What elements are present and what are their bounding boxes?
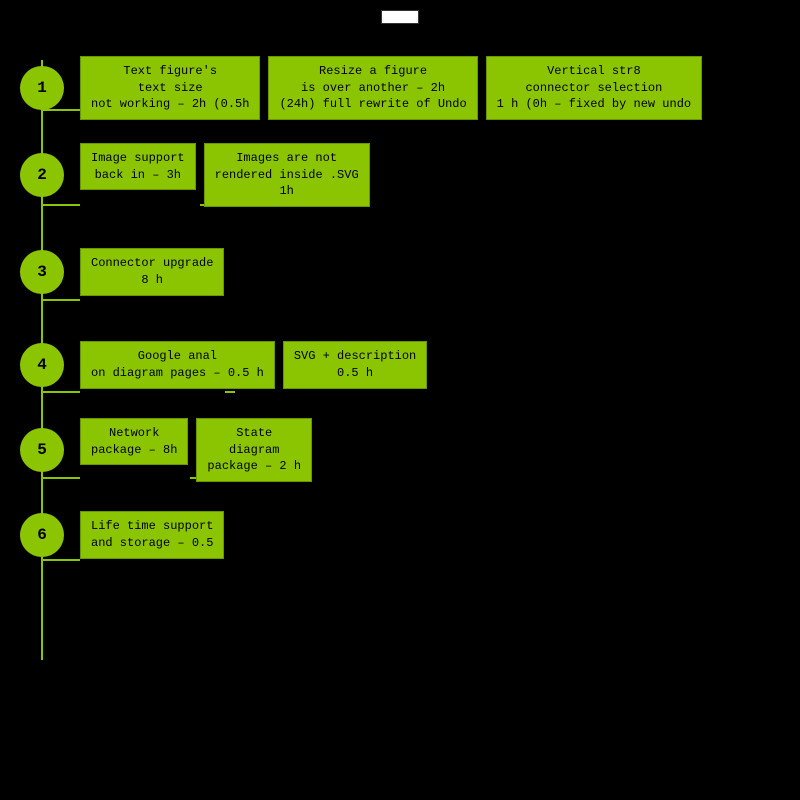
cards-area-5: Network package – 8hState diagram packag…	[80, 418, 312, 482]
circle-1: 1	[20, 66, 64, 110]
card-4-2[interactable]: SVG + description 0.5 h	[283, 341, 427, 389]
cards-area-1: Text figure's text size not working – 2h…	[80, 56, 702, 120]
circle-6: 6	[20, 513, 64, 557]
cards-area-6: Life time support and storage – 0.5	[80, 511, 224, 559]
card-5-1[interactable]: Network package – 8h	[80, 418, 188, 466]
card-6-1[interactable]: Life time support and storage – 0.5	[80, 511, 224, 559]
cards-area-3: Connector upgrade 8 h	[80, 248, 224, 296]
card-2-2[interactable]: Images are not rendered inside .SVG 1h	[204, 143, 370, 207]
cards-area-4: Google anal on diagram pages – 0.5 hSVG …	[80, 341, 427, 389]
circle-4: 4	[20, 343, 64, 387]
card-1-3[interactable]: Vertical str8 connector selection 1 h (0…	[486, 56, 702, 120]
circle-3: 3	[20, 250, 64, 294]
circle-2: 2	[20, 153, 64, 197]
card-1-2[interactable]: Resize a figure is over another – 2h (24…	[268, 56, 477, 120]
card-3-1[interactable]: Connector upgrade 8 h	[80, 248, 224, 296]
card-4-1[interactable]: Google anal on diagram pages – 0.5 h	[80, 341, 275, 389]
cards-area-2: Image support back in – 3hImages are not…	[80, 143, 370, 207]
circle-5: 5	[20, 428, 64, 472]
card-2-1[interactable]: Image support back in – 3h	[80, 143, 196, 191]
title-box	[381, 10, 419, 24]
card-5-2[interactable]: State diagram package – 2 h	[196, 418, 312, 482]
card-1-1[interactable]: Text figure's text size not working – 2h…	[80, 56, 260, 120]
